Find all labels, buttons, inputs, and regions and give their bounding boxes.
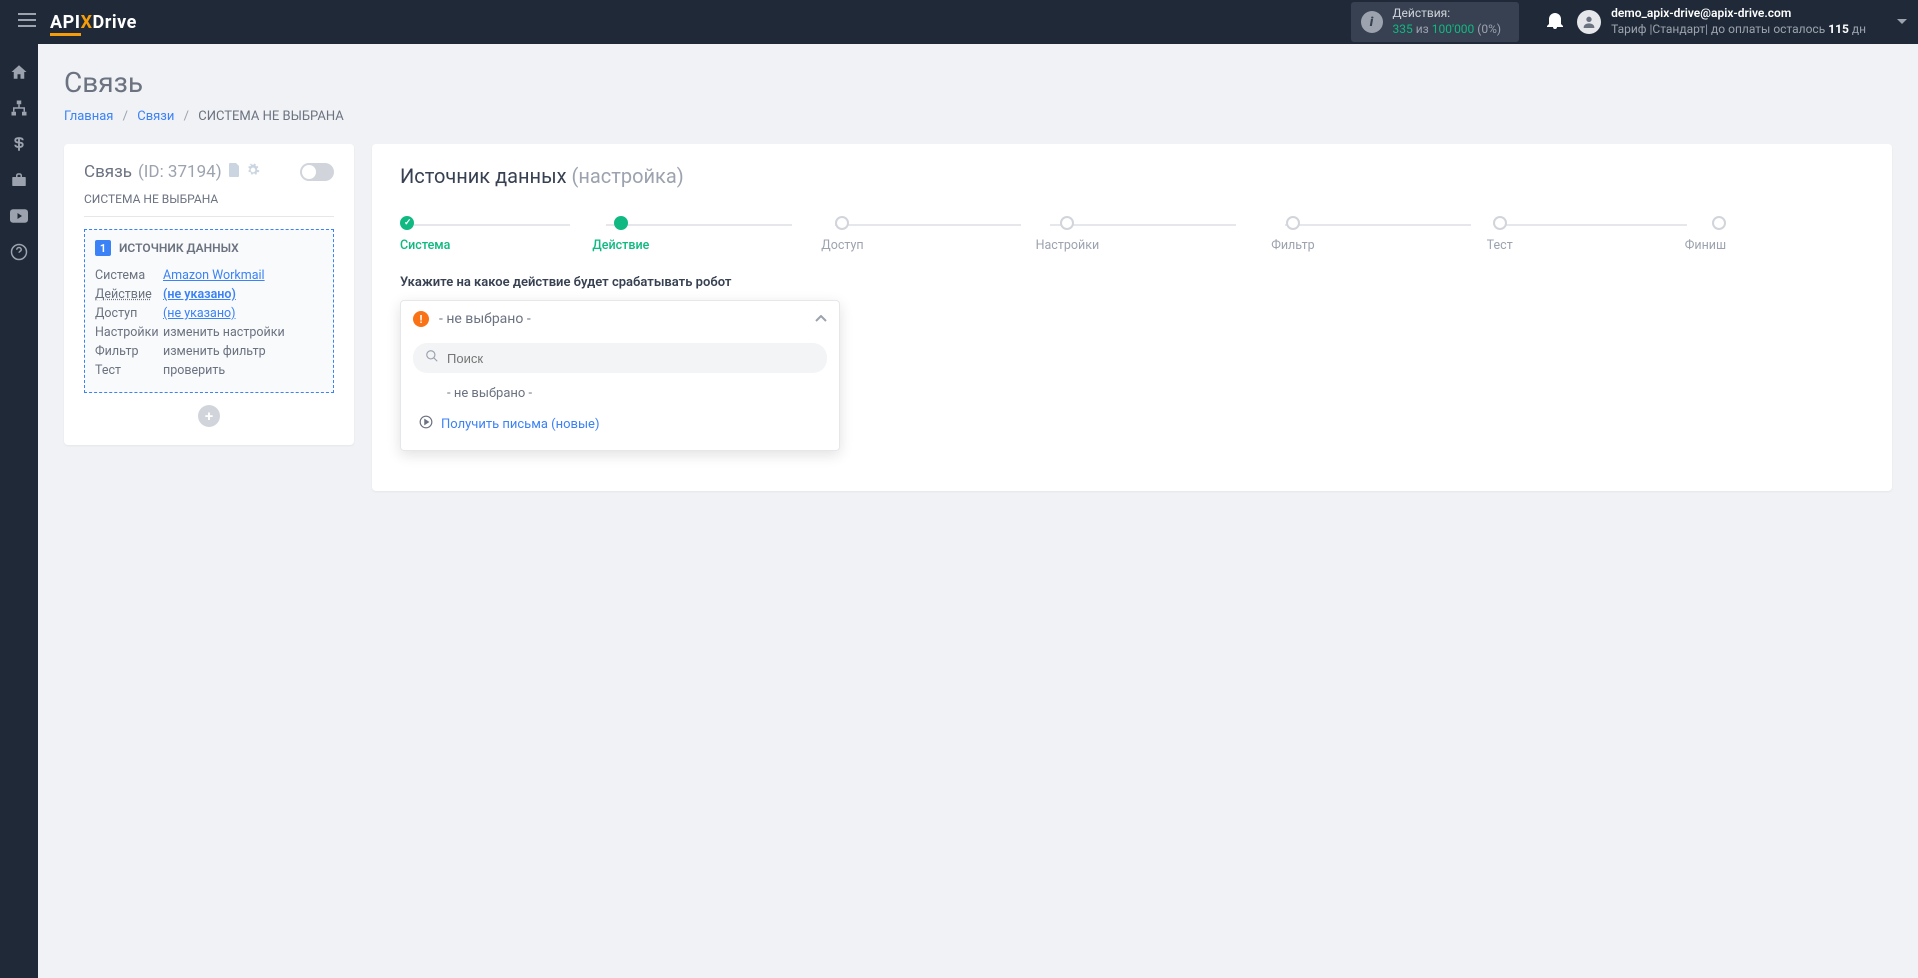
connection-title: Связь	[84, 162, 132, 182]
crumb-home[interactable]: Главная	[64, 109, 113, 124]
app-header: APIXDrive i Действия: 335 из 100'000 (0%…	[0, 0, 1918, 44]
avatar-icon	[1577, 10, 1601, 34]
search-icon	[425, 349, 439, 367]
youtube-icon[interactable]	[9, 206, 29, 226]
chevron-down-icon[interactable]	[1896, 14, 1908, 30]
row-settings-value[interactable]: изменить настройки	[163, 325, 285, 340]
bell-icon[interactable]	[1547, 11, 1563, 33]
row-access-value[interactable]: (не указано)	[163, 306, 236, 321]
connection-card: Связь (ID: 37194) СИСТЕМА НЕ ВЫБРАНА 1 И…	[64, 144, 354, 445]
breadcrumb: Главная / Связи / СИСТЕМА НЕ ВЫБРАНА	[64, 109, 1892, 124]
step-dot-system[interactable]	[400, 216, 414, 230]
logo-x: X	[81, 12, 93, 33]
step-label-filter: Фильтр	[1271, 238, 1314, 253]
sitemap-icon[interactable]	[9, 98, 29, 118]
step-dot-test[interactable]	[1493, 216, 1507, 230]
crumb-links[interactable]: Связи	[137, 109, 174, 124]
help-icon[interactable]	[9, 242, 29, 262]
option-none[interactable]: - не выбрано -	[401, 379, 839, 408]
add-step-button[interactable]: +	[198, 405, 220, 427]
action-field-label: Укажите на какое действие будет срабатыв…	[400, 275, 1864, 290]
step-label-action: Действие	[592, 238, 649, 253]
user-email: demo_apix-drive@apix-drive.com	[1611, 6, 1866, 22]
user-menu[interactable]: demo_apix-drive@apix-drive.com Тариф |Ст…	[1577, 6, 1908, 37]
action-dropdown: ! - не выбрано - - не выбрано - Получить…	[400, 300, 840, 451]
home-icon[interactable]	[9, 62, 29, 82]
step-label-test: Тест	[1487, 238, 1513, 253]
row-test-value[interactable]: проверить	[163, 363, 225, 378]
actions-used: 335	[1393, 22, 1413, 36]
info-icon: i	[1361, 11, 1383, 33]
row-access-label: Доступ	[95, 306, 163, 321]
row-filter-value[interactable]: изменить фильтр	[163, 344, 266, 359]
row-settings-label: Настройки	[95, 325, 163, 340]
config-subtitle: (настройка)	[572, 164, 684, 188]
step-dot-finish[interactable]	[1712, 216, 1726, 230]
row-test-label: Тест	[95, 363, 163, 378]
row-action-value[interactable]: (не указано)	[163, 287, 236, 302]
crumb-current: СИСТЕМА НЕ ВЫБРАНА	[198, 109, 343, 124]
warning-icon: !	[413, 311, 429, 327]
wizard-steps: Система Действие Доступ Настройки Фильтр	[400, 216, 1864, 253]
app-logo[interactable]: APIXDrive	[50, 12, 137, 33]
dropdown-toggle[interactable]: ! - не выбрано -	[401, 301, 839, 337]
hamburger-icon[interactable]	[10, 5, 44, 39]
step-dot-access[interactable]	[835, 216, 849, 230]
config-title: Источник данных	[400, 164, 567, 188]
dropdown-search	[413, 343, 827, 373]
page-header: Связь Главная / Связи / СИСТЕМА НЕ ВЫБРА…	[38, 44, 1918, 124]
actions-label: Действия:	[1393, 6, 1502, 22]
row-system-label: Система	[95, 268, 163, 283]
row-filter-label: Фильтр	[95, 344, 163, 359]
logo-part3: Drive	[93, 12, 137, 33]
step-dot-filter[interactable]	[1286, 216, 1300, 230]
source-heading: ИСТОЧНИК ДАННЫХ	[119, 241, 239, 255]
play-icon	[419, 415, 433, 433]
page-title: Связь	[64, 66, 1892, 99]
step-label-settings: Настройки	[1036, 238, 1100, 253]
step-label-access: Доступ	[821, 238, 863, 253]
dollar-icon[interactable]	[9, 134, 29, 154]
actions-counter[interactable]: i Действия: 335 из 100'000 (0%)	[1351, 2, 1520, 41]
sidebar	[0, 44, 38, 978]
step-label-system: Система	[400, 238, 450, 253]
chevron-up-icon	[815, 311, 827, 327]
source-badge: 1	[95, 240, 111, 256]
tariff-suf: дн	[1849, 22, 1866, 36]
actions-of: из	[1413, 22, 1432, 36]
tariff-pre: Тариф |Стандарт| до оплаты осталось	[1611, 22, 1828, 36]
source-box: 1 ИСТОЧНИК ДАННЫХ СистемаAmazon Workmail…	[84, 229, 334, 393]
actions-total: 100'000	[1432, 22, 1475, 36]
row-action-label: Действие	[95, 287, 163, 302]
config-card: Источник данных (настройка) Система Дейс…	[372, 144, 1892, 491]
connection-status: СИСТЕМА НЕ ВЫБРАНА	[84, 182, 334, 217]
logo-part1: API	[50, 12, 81, 36]
enable-toggle[interactable]	[300, 163, 334, 181]
dropdown-selected: - не выбрано -	[439, 311, 815, 327]
file-icon[interactable]	[228, 162, 240, 182]
briefcase-icon[interactable]	[9, 170, 29, 190]
option-get-mail-label: Получить письма (новые)	[441, 417, 599, 432]
search-input[interactable]	[447, 351, 815, 366]
tariff-days: 115	[1828, 22, 1849, 36]
step-label-finish: Финиш	[1685, 238, 1726, 253]
row-system-value[interactable]: Amazon Workmail	[163, 268, 265, 283]
actions-pct: (0%)	[1474, 22, 1501, 36]
step-dot-action[interactable]	[614, 216, 628, 230]
option-get-mail[interactable]: Получить письма (новые)	[401, 408, 839, 440]
step-dot-settings[interactable]	[1060, 216, 1074, 230]
gear-icon[interactable]	[246, 162, 260, 182]
connection-id: (ID: 37194)	[138, 162, 222, 182]
